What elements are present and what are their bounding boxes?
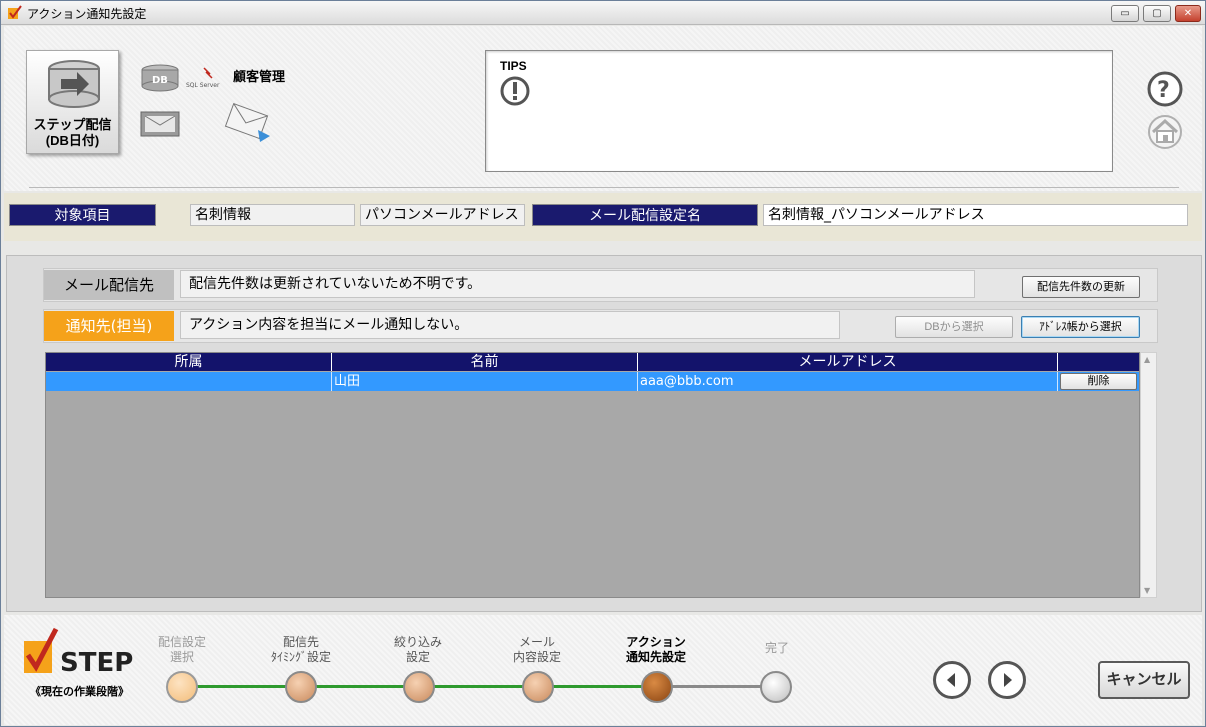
notify-row: 通知先(担当) アクション内容を担当にメール通知しない。 DBから選択 ｱﾄﾞﾚ… xyxy=(43,309,1158,343)
delete-button[interactable]: 削除 xyxy=(1060,373,1137,390)
target-info-bar: 対象項目 名刺情報 パソコンメールアドレス メール配信設定名 名刺情報_パソコン… xyxy=(4,193,1202,241)
mail-destination-label: メール配信先 xyxy=(44,270,174,300)
app-window: アクション通知先設定 ▭ ▢ ✕ ステップ配信 (DB日付) DB SQL Se… xyxy=(0,0,1206,727)
step-label-3: 絞り込み 設定 xyxy=(368,635,468,665)
minimize-button[interactable]: ▭ xyxy=(1111,5,1139,22)
step-1-line2: 選択 xyxy=(169,650,194,664)
mail-destination-row: メール配信先 配信先件数は更新されていないため不明です。 配信先件数の更新 xyxy=(43,268,1158,302)
step-logo-icon: STEP xyxy=(24,627,133,677)
title-bar[interactable]: アクション通知先設定 ▭ ▢ ✕ xyxy=(1,1,1205,25)
cell-action: 削除 xyxy=(1058,372,1139,391)
step-label-4: メール 内容設定 xyxy=(487,635,587,665)
app-logo-icon xyxy=(8,5,22,19)
step-logo-text: STEP xyxy=(60,648,133,677)
header-panel: ステップ配信 (DB日付) DB SQL Server 顧客管理 TIPS ? xyxy=(4,26,1202,191)
step-1-line1: 配信設定 xyxy=(157,635,206,649)
step-delivery-label-line2: (DB日付) xyxy=(45,133,100,148)
mail-setting-name-label: メール配信設定名 xyxy=(532,204,758,226)
home-icon[interactable] xyxy=(1146,113,1184,151)
step-label-5: アクション 通知先設定 xyxy=(606,635,706,665)
step-dot-2 xyxy=(285,671,317,703)
window-title: アクション通知先設定 xyxy=(27,7,147,21)
tips-title: TIPS xyxy=(500,59,527,73)
sql-server-label: SQL Server xyxy=(186,82,220,89)
mail-destination-status: 配信先件数は更新されていないため不明です。 xyxy=(180,270,975,298)
column-email[interactable]: メールアドレス xyxy=(638,353,1058,371)
step-dot-6 xyxy=(760,671,792,703)
address-book-select-button[interactable]: ｱﾄﾞﾚｽ帳から選択 xyxy=(1021,316,1140,338)
step-3-line2: 設定 xyxy=(405,650,430,664)
step-delivery-button[interactable]: ステップ配信 (DB日付) xyxy=(26,50,119,154)
step-2-line1: 配信先 xyxy=(282,635,319,649)
step-2-line2: ﾀｲﾐﾝｸﾞ設定 xyxy=(270,650,331,664)
notify-table: 所属 名前 メールアドレス 山田 aaa@bbb.com 削除 xyxy=(45,352,1140,598)
mail-setting-name-value: 名刺情報_パソコンメールアドレス xyxy=(763,204,1188,226)
notify-label: 通知先(担当) xyxy=(44,311,174,341)
tips-panel: TIPS xyxy=(485,50,1113,172)
update-count-button[interactable]: 配信先件数の更新 xyxy=(1022,276,1140,298)
step-5-line2: 通知先設定 xyxy=(625,650,686,664)
cell-email: aaa@bbb.com xyxy=(638,372,1058,391)
close-button[interactable]: ✕ xyxy=(1175,5,1201,22)
table-scrollbar[interactable]: ▲ ▼ xyxy=(1140,352,1157,598)
chevron-left-icon xyxy=(947,673,955,687)
svg-text:?: ? xyxy=(1157,78,1170,103)
table-header: 所属 名前 メールアドレス xyxy=(46,353,1139,371)
step-label-2: 配信先 ﾀｲﾐﾝｸﾞ設定 xyxy=(251,635,351,665)
main-panel: メール配信先 配信先件数は更新されていないため不明です。 配信先件数の更新 通知… xyxy=(6,255,1202,612)
scroll-up-icon[interactable]: ▲ xyxy=(1144,355,1150,364)
step-dot-3 xyxy=(403,671,435,703)
step-4-line2: 内容設定 xyxy=(512,650,561,664)
cancel-button[interactable]: キャンセル xyxy=(1098,661,1190,699)
step-5-line1: アクション xyxy=(626,635,686,649)
step-label-6: 完了 xyxy=(727,641,827,656)
database-name: 顧客管理 xyxy=(233,69,286,84)
column-action xyxy=(1058,353,1139,371)
step-footer: STEP 《現在の作業段階》 配信設定 選択 配信先 ﾀｲﾐﾝｸﾞ設定 絞り込み… xyxy=(4,615,1202,725)
db-select-button[interactable]: DBから選択 xyxy=(895,316,1013,338)
table-row[interactable]: 山田 aaa@bbb.com 削除 xyxy=(46,372,1139,391)
step-6-line1: 完了 xyxy=(764,641,789,655)
step-dot-4 xyxy=(522,671,554,703)
header-divider xyxy=(29,187,1179,188)
scroll-down-icon[interactable]: ▼ xyxy=(1144,586,1150,595)
column-affiliation[interactable]: 所属 xyxy=(46,353,332,371)
step-delivery-label: ステップ配信 (DB日付) xyxy=(27,117,118,149)
mail-tray-icon xyxy=(140,111,180,137)
database-icon: DB xyxy=(141,64,179,92)
cell-name: 山田 xyxy=(332,372,638,391)
arrow-right-icon xyxy=(48,60,100,108)
next-button[interactable] xyxy=(988,661,1026,699)
maximize-button[interactable]: ▢ xyxy=(1143,5,1171,22)
target-item-value-1: 名刺情報 xyxy=(190,204,355,226)
step-label-1: 配信設定 選択 xyxy=(132,635,232,665)
current-step-caption: 《現在の作業段階》 xyxy=(30,686,129,698)
previous-button[interactable] xyxy=(933,661,971,699)
column-name[interactable]: 名前 xyxy=(332,353,638,371)
step-4-line1: メール xyxy=(518,635,555,649)
exclamation-icon xyxy=(500,76,530,106)
database-label: DB xyxy=(152,75,168,86)
step-dot-1 xyxy=(166,671,198,703)
help-icon[interactable]: ? xyxy=(1146,70,1184,108)
step-delivery-label-line1: ステップ配信 xyxy=(33,117,112,132)
target-item-value-2: パソコンメールアドレス xyxy=(360,204,525,226)
cell-affiliation xyxy=(46,372,332,391)
target-item-label: 対象項目 xyxy=(9,204,156,226)
notify-status: アクション内容を担当にメール通知しない。 xyxy=(180,311,840,339)
sql-server-icon: SQL Server xyxy=(186,66,230,89)
mail-send-icon xyxy=(224,102,270,142)
chevron-right-icon xyxy=(1004,673,1012,687)
step-dot-5 xyxy=(641,671,673,703)
step-3-line1: 絞り込み xyxy=(393,635,442,649)
